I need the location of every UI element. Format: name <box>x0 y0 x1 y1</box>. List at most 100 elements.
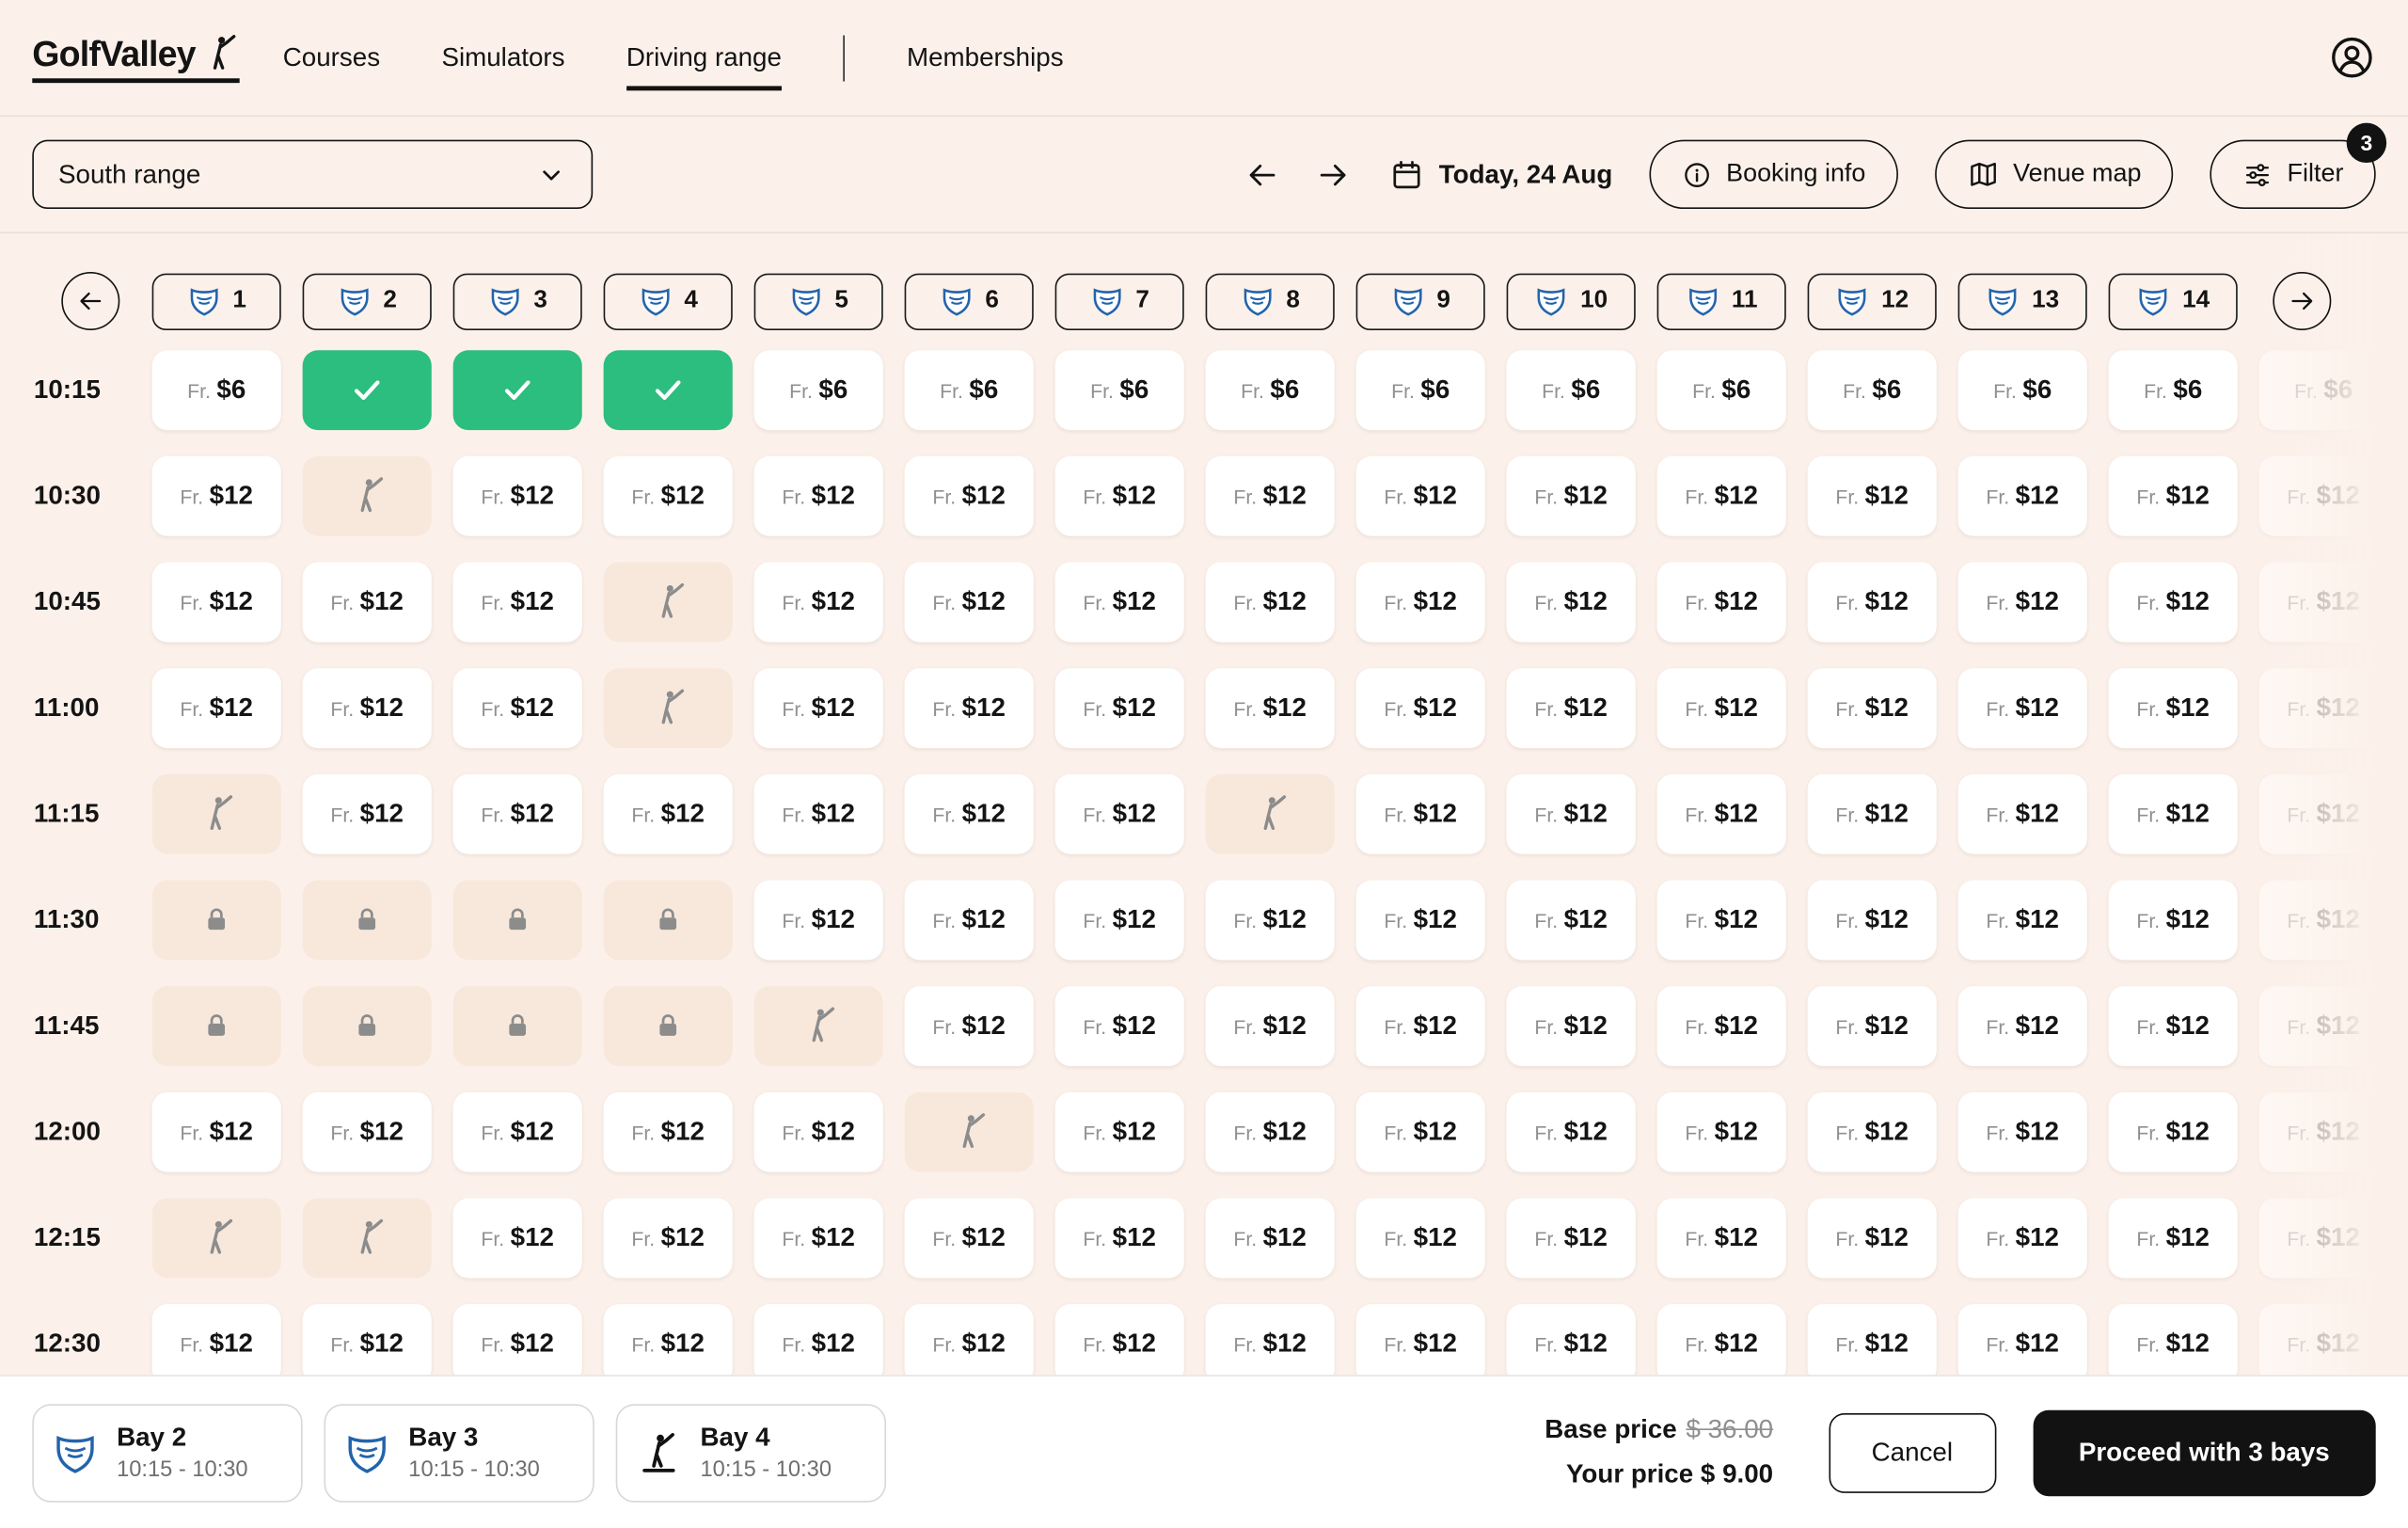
range-select[interactable]: South range <box>32 140 593 209</box>
slot-cell[interactable]: Fr.$12 <box>1206 881 1335 961</box>
slot-cell[interactable]: Fr.$12 <box>2259 986 2388 1066</box>
slot-cell[interactable]: Fr.$12 <box>1958 456 2087 536</box>
slot-cell[interactable]: Fr.$12 <box>1507 986 1636 1066</box>
slot-cell[interactable]: Fr.$6 <box>1657 350 1786 430</box>
slot-cell[interactable]: Fr.$12 <box>1356 1304 1485 1375</box>
slot-cell[interactable]: Fr.$12 <box>1206 1198 1335 1278</box>
slot-cell[interactable]: Fr.$12 <box>754 456 883 536</box>
slot-cell[interactable]: Fr.$12 <box>1507 881 1636 961</box>
account-button[interactable] <box>2328 34 2376 82</box>
slot-cell[interactable]: Fr.$12 <box>2259 1198 2388 1278</box>
slot-cell[interactable]: Fr.$12 <box>1657 1304 1786 1375</box>
slot-cell[interactable]: Fr.$12 <box>2259 774 2388 854</box>
slot-cell[interactable]: Fr.$12 <box>604 1304 733 1375</box>
slot-cell[interactable]: Fr.$12 <box>453 668 582 748</box>
slot-cell[interactable] <box>604 350 733 430</box>
slot-cell[interactable]: Fr.$12 <box>905 668 1034 748</box>
bay-header-chip[interactable]: 13 <box>1958 273 2087 329</box>
slot-cell[interactable]: Fr.$12 <box>905 1304 1034 1375</box>
slot-cell[interactable]: Fr.$12 <box>905 563 1034 643</box>
slot-cell[interactable]: Fr.$12 <box>1055 1304 1184 1375</box>
slot-cell[interactable]: Fr.$6 <box>905 350 1034 430</box>
slot-cell[interactable]: Fr.$12 <box>2259 456 2388 536</box>
slot-cell[interactable]: Fr.$12 <box>1055 774 1184 854</box>
slot-cell[interactable]: Fr.$12 <box>1958 1198 2087 1278</box>
nav-item-driving-range[interactable]: Driving range <box>626 42 782 73</box>
slot-cell[interactable]: Fr.$12 <box>1356 986 1485 1066</box>
slot-cell[interactable]: Fr.$12 <box>303 563 432 643</box>
slot-cell[interactable]: Fr.$12 <box>905 881 1034 961</box>
bay-header-chip[interactable]: 9 <box>1356 273 1485 329</box>
slot-cell[interactable]: Fr.$12 <box>2109 456 2238 536</box>
prev-day-button[interactable] <box>1243 154 1282 194</box>
slot-cell[interactable]: Fr.$12 <box>303 774 432 854</box>
logo[interactable]: GolfValley <box>32 33 240 82</box>
slot-cell[interactable]: Fr.$12 <box>905 986 1034 1066</box>
slot-cell[interactable]: Fr.$12 <box>2109 1092 2238 1172</box>
bay-header-chip[interactable]: 3 <box>453 273 582 329</box>
slot-cell[interactable]: Fr.$12 <box>1356 1198 1485 1278</box>
bay-header-chip[interactable]: 10 <box>1507 273 1636 329</box>
slot-cell[interactable]: Fr.$6 <box>152 350 281 430</box>
slot-cell[interactable]: Fr.$12 <box>1055 1092 1184 1172</box>
slot-cell[interactable]: Fr.$12 <box>1206 1304 1335 1375</box>
slot-cell[interactable]: Fr.$12 <box>453 456 582 536</box>
slot-cell[interactable]: Fr.$12 <box>1507 1092 1636 1172</box>
date-picker[interactable]: Today, 24 Aug <box>1389 157 1612 191</box>
slot-cell[interactable]: Fr.$12 <box>2109 774 2238 854</box>
slot-cell[interactable]: Fr.$12 <box>754 881 883 961</box>
slot-cell[interactable]: Fr.$12 <box>2109 986 2238 1066</box>
bay-header-chip[interactable]: 8 <box>1206 273 1335 329</box>
bay-header-chip[interactable]: 14 <box>2109 273 2238 329</box>
slot-cell[interactable]: Fr.$12 <box>905 456 1034 536</box>
slot-cell[interactable]: Fr.$12 <box>152 1092 281 1172</box>
slot-cell[interactable]: Fr.$12 <box>1055 1198 1184 1278</box>
nav-item-simulators[interactable]: Simulators <box>441 42 564 73</box>
slot-cell[interactable]: Fr.$12 <box>2259 563 2388 643</box>
slot-cell[interactable]: Fr.$12 <box>1657 986 1786 1066</box>
slot-cell[interactable]: Fr.$12 <box>604 1198 733 1278</box>
slot-cell[interactable]: Fr.$12 <box>2259 881 2388 961</box>
bay-header-chip[interactable]: 12 <box>1808 273 1937 329</box>
bays-scroll-right-button[interactable] <box>2273 272 2331 330</box>
slot-cell[interactable]: Fr.$12 <box>2109 1304 2238 1375</box>
slot-cell[interactable]: Fr.$12 <box>1356 456 1485 536</box>
slot-cell[interactable]: Fr.$12 <box>1206 1092 1335 1172</box>
bays-scroll-left-button[interactable] <box>61 272 119 330</box>
slot-cell[interactable]: Fr.$12 <box>1055 986 1184 1066</box>
slot-cell[interactable]: Fr.$12 <box>1657 563 1786 643</box>
slot-cell[interactable]: Fr.$12 <box>303 668 432 748</box>
slot-cell[interactable]: Fr.$12 <box>2109 563 2238 643</box>
slot-cell[interactable]: Fr.$6 <box>1808 350 1937 430</box>
slot-cell[interactable]: Fr.$12 <box>1808 1304 1937 1375</box>
slot-cell[interactable]: Fr.$12 <box>453 563 582 643</box>
slot-cell[interactable] <box>303 350 432 430</box>
slot-cell[interactable]: Fr.$12 <box>754 1092 883 1172</box>
nav-item-memberships[interactable]: Memberships <box>907 42 1064 73</box>
slot-cell[interactable]: Fr.$12 <box>1958 1092 2087 1172</box>
slot-cell[interactable]: Fr.$6 <box>754 350 883 430</box>
slot-cell[interactable]: Fr.$12 <box>905 774 1034 854</box>
slot-cell[interactable]: Fr.$12 <box>1356 881 1485 961</box>
bay-header-chip[interactable]: 5 <box>754 273 883 329</box>
slot-cell[interactable]: Fr.$12 <box>754 1198 883 1278</box>
slot-cell[interactable]: Fr.$12 <box>303 1092 432 1172</box>
slot-cell[interactable]: Fr.$12 <box>754 668 883 748</box>
slot-cell[interactable]: Fr.$12 <box>1808 986 1937 1066</box>
slot-cell[interactable]: Fr.$12 <box>1808 456 1937 536</box>
slot-cell[interactable]: Fr.$6 <box>1507 350 1636 430</box>
slot-cell[interactable]: Fr.$12 <box>1356 1092 1485 1172</box>
slot-cell[interactable]: Fr.$12 <box>1055 881 1184 961</box>
slot-cell[interactable]: Fr.$6 <box>2109 350 2238 430</box>
slot-cell[interactable]: Fr.$12 <box>1356 668 1485 748</box>
slot-cell[interactable]: Fr.$12 <box>1206 456 1335 536</box>
slot-cell[interactable]: Fr.$12 <box>1657 1092 1786 1172</box>
slot-cell[interactable]: Fr.$12 <box>1808 668 1937 748</box>
slot-cell[interactable] <box>453 350 582 430</box>
next-day-button[interactable] <box>1313 154 1353 194</box>
slot-cell[interactable]: Fr.$12 <box>1507 774 1636 854</box>
slot-cell[interactable]: Fr.$12 <box>1356 563 1485 643</box>
slot-cell[interactable]: Fr.$12 <box>1356 774 1485 854</box>
slot-cell[interactable]: Fr.$12 <box>604 456 733 536</box>
slot-cell[interactable]: Fr.$12 <box>453 1304 582 1375</box>
